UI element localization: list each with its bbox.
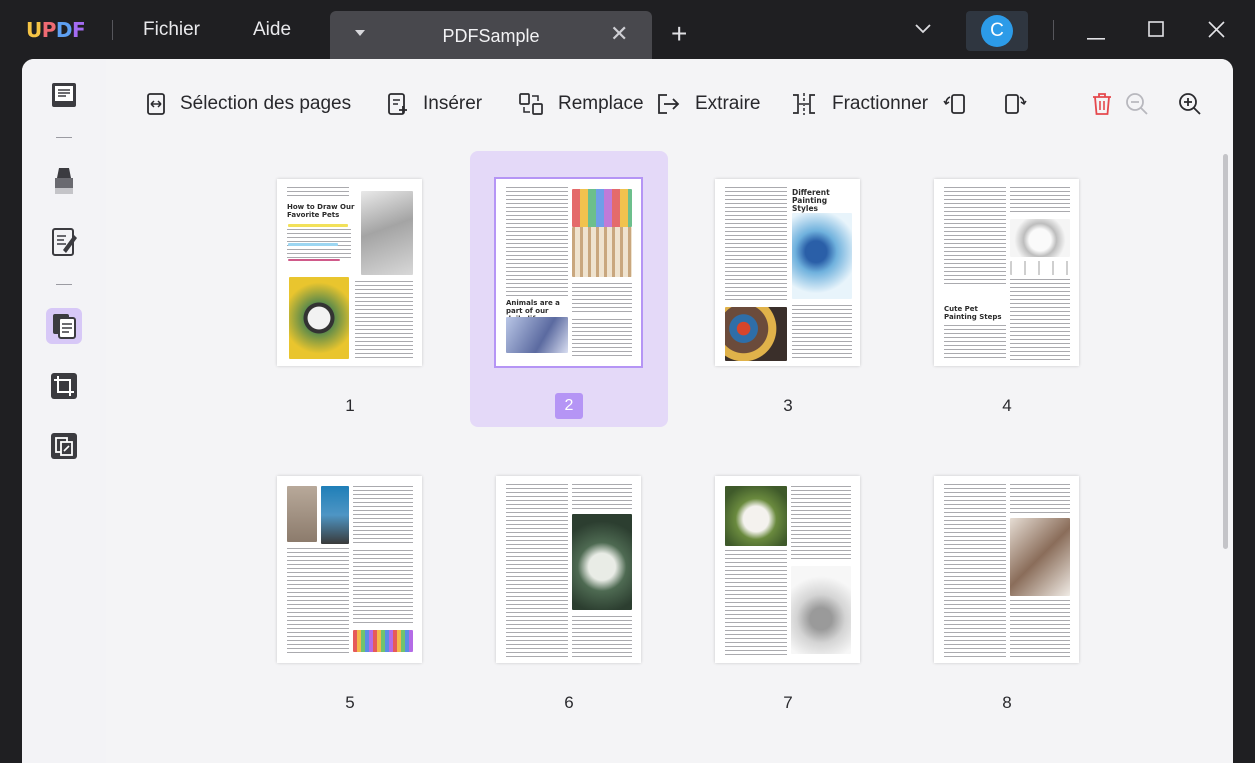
page-preview: Animals are a part of our daily life xyxy=(494,177,643,368)
avatar[interactable]: C xyxy=(981,15,1013,47)
replace-label: Remplace xyxy=(558,93,644,114)
split-icon xyxy=(793,93,815,115)
split-label: Fractionner xyxy=(832,93,929,114)
page-thumbnail-7[interactable]: 7 xyxy=(689,448,887,724)
extract-label: Extraire xyxy=(695,93,761,114)
delete-icon[interactable] xyxy=(1087,89,1117,119)
close-window-icon[interactable] xyxy=(1208,21,1225,43)
reader-mode-icon[interactable] xyxy=(46,77,82,113)
page-number: 1 xyxy=(345,396,355,415)
page-thumbnail-6[interactable]: 6 xyxy=(470,448,668,724)
title-divider xyxy=(112,20,113,40)
menu-aide[interactable]: Aide xyxy=(253,19,291,41)
page-preview xyxy=(496,476,641,663)
organize-pages-area: Sélection des pages Insérer Remplace Ext… xyxy=(106,59,1233,763)
document-tab[interactable]: PDFSample ✕ xyxy=(330,11,652,60)
split-button[interactable]: Fractionner xyxy=(790,89,928,119)
page-thumbnail-5[interactable]: 5 xyxy=(251,448,449,724)
title-bar: UPDF Fichier Aide PDFSample ✕ + C xyxy=(0,0,1255,60)
page-number: 8 xyxy=(1002,693,1012,712)
page-range-icon xyxy=(147,93,165,115)
left-sidebar xyxy=(22,59,106,763)
chevron-down-icon[interactable] xyxy=(914,22,932,40)
page-heading: Cute Pet Painting Steps xyxy=(944,305,1002,321)
page-thumbnail-8[interactable]: 8 xyxy=(908,448,1106,724)
page-thumbnail-1[interactable]: How to Draw Our Favorite Pets 1 xyxy=(251,151,449,427)
page-heading: How to Draw Our Favorite Pets xyxy=(287,203,355,219)
sidebar-divider xyxy=(56,137,72,138)
page-thumbnail-3[interactable]: Different Painting Styles 3 xyxy=(689,151,887,427)
new-tab-button[interactable]: + xyxy=(671,20,687,48)
insert-page-icon xyxy=(388,93,407,115)
page-preview xyxy=(934,476,1079,663)
page-thumbnail-4[interactable]: Cute Pet Painting Steps 4 xyxy=(908,151,1106,427)
edit-pdf-icon[interactable] xyxy=(46,224,82,260)
page-heading: Different Painting Styles xyxy=(792,188,830,213)
organize-pages-icon[interactable] xyxy=(46,308,82,344)
tab-close-icon[interactable]: ✕ xyxy=(610,23,628,45)
page-preview xyxy=(277,476,422,663)
extract-button[interactable]: Extraire xyxy=(655,89,760,119)
page-tools-icon[interactable] xyxy=(46,428,82,464)
page-number: 3 xyxy=(783,396,793,415)
insert-label: Insérer xyxy=(423,93,483,114)
crop-icon[interactable] xyxy=(46,368,82,404)
extract-icon xyxy=(658,94,680,114)
organize-toolbar: Sélection des pages Insérer Remplace Ext… xyxy=(106,59,1233,149)
minimize-icon[interactable] xyxy=(1087,28,1105,46)
highlighter-icon[interactable] xyxy=(46,163,82,199)
sidebar-divider xyxy=(56,284,72,285)
zoom-in-icon[interactable] xyxy=(1175,89,1205,119)
rotate-left-icon[interactable] xyxy=(940,89,970,119)
tab-title: PDFSample xyxy=(442,26,540,46)
page-number: 4 xyxy=(1002,396,1012,415)
insert-button[interactable]: Insérer xyxy=(387,89,482,119)
page-selection-button[interactable]: Sélection des pages xyxy=(146,89,351,119)
page-number: 5 xyxy=(345,693,355,712)
updf-logo: UPDF xyxy=(26,18,86,42)
page-preview: Different Painting Styles xyxy=(715,179,860,366)
page-preview: How to Draw Our Favorite Pets xyxy=(277,179,422,366)
page-preview xyxy=(715,476,860,663)
page-number-selected: 2 xyxy=(555,393,583,419)
replace-icon xyxy=(519,93,543,115)
replace-button[interactable]: Remplace xyxy=(518,89,644,119)
maximize-icon[interactable] xyxy=(1148,21,1164,42)
page-number: 7 xyxy=(783,693,793,712)
rotate-right-icon[interactable] xyxy=(1000,89,1030,119)
zoom-out-icon[interactable] xyxy=(1122,89,1152,119)
page-preview: Cute Pet Painting Steps xyxy=(934,179,1079,366)
page-number: 6 xyxy=(564,693,574,712)
menu-fichier[interactable]: Fichier xyxy=(143,19,200,41)
title-divider xyxy=(1053,20,1054,40)
page-thumbnail-2[interactable]: Animals are a part of our daily life 2 xyxy=(470,151,668,427)
main-window: Sélection des pages Insérer Remplace Ext… xyxy=(22,59,1233,763)
account-area[interactable]: C xyxy=(966,11,1028,51)
page-selection-label: Sélection des pages xyxy=(180,93,352,114)
vertical-scrollbar[interactable] xyxy=(1223,154,1228,549)
